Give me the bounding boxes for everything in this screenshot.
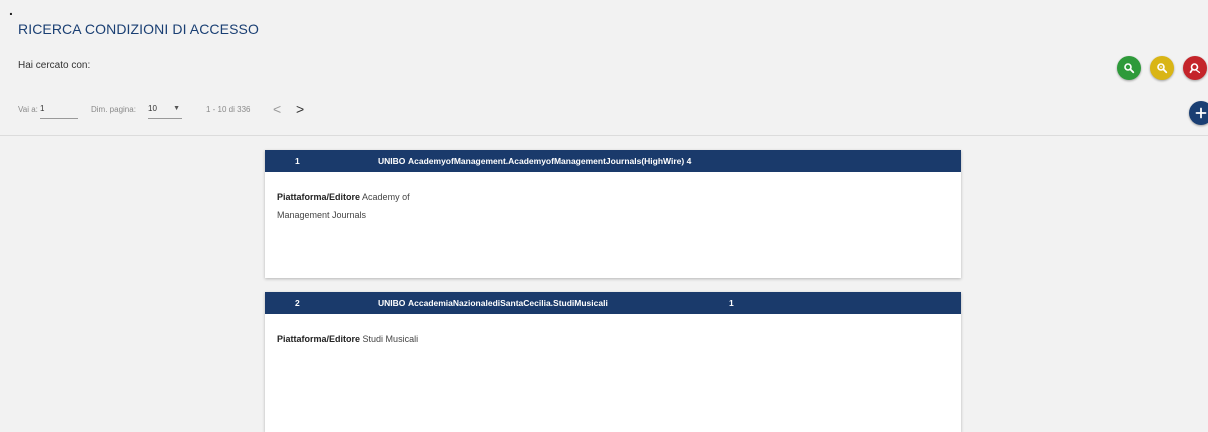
result-number: 2 <box>295 298 300 308</box>
page-size-label: Dim. pagina: <box>91 105 136 114</box>
result-card-body: Piattaforma/Editore Academy of Managemen… <box>265 172 961 224</box>
page-title: RICERCA CONDIZIONI DI ACCESSO <box>18 21 259 37</box>
field-label: Piattaforma/Editore <box>277 192 361 202</box>
page-size-value: 10 <box>148 104 157 113</box>
result-institution: UNIBO <box>378 298 406 308</box>
result-resource-name: AcademyofManagement.AcademyofManagementJ… <box>408 156 692 166</box>
clear-search-button[interactable] <box>1183 56 1207 80</box>
refine-search-button[interactable] <box>1150 56 1174 80</box>
field-value: Academy of <box>362 192 410 202</box>
search-clear-icon <box>1189 63 1201 74</box>
page-size-select[interactable]: 10 ▼ <box>148 104 182 119</box>
field-value: Studi Musicali <box>362 334 419 344</box>
result-card[interactable]: 1 UNIBO AcademyofManagement.AcademyofMan… <box>265 150 961 278</box>
goto-page-input[interactable]: 1 <box>40 104 78 119</box>
plus-icon <box>1195 107 1207 119</box>
pagination-range: 1 - 10 di 336 <box>206 105 251 114</box>
search-criteria-label: Hai cercato con: <box>18 60 91 71</box>
toolbar-divider <box>0 135 1208 136</box>
search-button[interactable] <box>1117 56 1141 80</box>
result-count: 1 <box>729 298 734 308</box>
next-page-button[interactable]: > <box>296 101 304 117</box>
chevron-down-icon: ▼ <box>173 105 180 112</box>
previous-page-button[interactable]: < <box>273 101 281 117</box>
result-card-header: 1 UNIBO AcademyofManagement.AcademyofMan… <box>265 150 961 172</box>
result-card-header: 2 UNIBO AccademiaNazionalediSantaCecilia… <box>265 292 961 314</box>
result-resource-name: AccademiaNazionalediSantaCecilia.StudiMu… <box>408 298 608 308</box>
field-value-continued: Management Journals <box>277 210 367 220</box>
result-card[interactable]: 2 UNIBO AccademiaNazionalediSantaCecilia… <box>265 292 961 432</box>
result-number: 1 <box>295 156 300 166</box>
page-marker: . <box>9 2 13 18</box>
search-refine-icon <box>1157 63 1168 74</box>
result-institution: UNIBO <box>378 156 406 166</box>
goto-page-label: Vai a: <box>18 105 38 114</box>
search-icon <box>1124 63 1135 74</box>
field-label: Piattaforma/Editore <box>277 334 361 344</box>
add-button[interactable] <box>1189 101 1208 125</box>
result-card-body: Piattaforma/Editore Studi Musicali <box>265 314 961 348</box>
